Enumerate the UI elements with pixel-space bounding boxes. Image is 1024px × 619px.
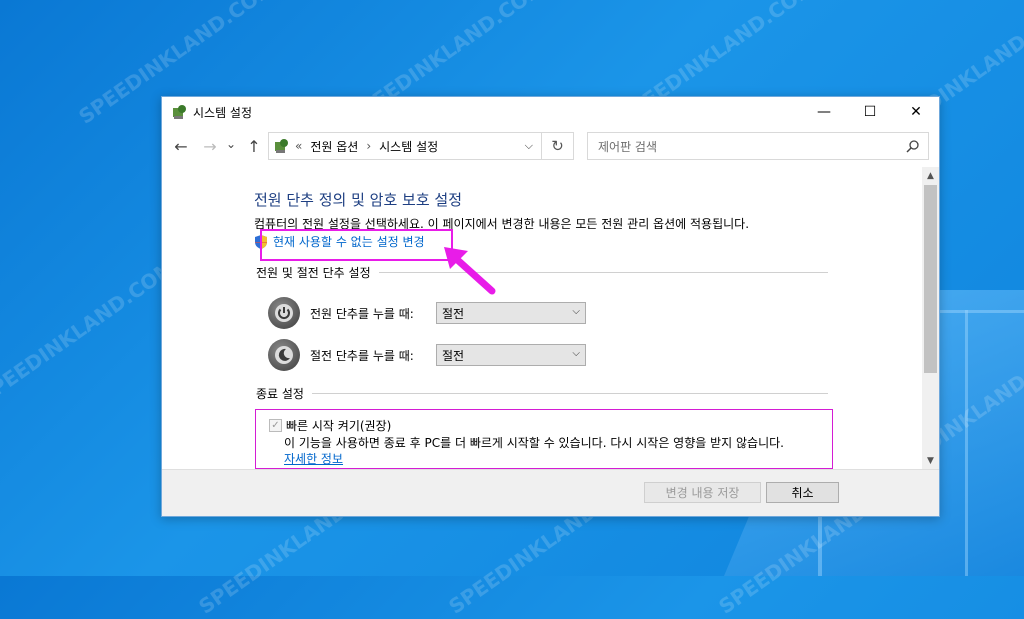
- fast-startup-checkbox[interactable]: ✓: [269, 419, 282, 432]
- section-divider: [311, 393, 828, 394]
- refresh-icon[interactable]: ↻: [542, 132, 574, 160]
- shutdown-section: 종료 설정: [256, 385, 828, 402]
- fast-startup-highlight-box: ✓ 빠른 시작 켜기(권장) 이 기능을 사용하면 종료 후 PC를 더 빠르게…: [255, 409, 833, 469]
- sleep-button-row: 절전 단추를 누를 때: 절전 ⌵: [268, 339, 586, 371]
- navigation-bar: ← → ⌄ ↑ « 전원 옵션 › 시스템 설정 ⌵ ↻ 제어판 검색: [162, 127, 939, 167]
- power-icon: [268, 297, 300, 329]
- fast-startup-label: 빠른 시작 켜기(권장): [286, 419, 392, 433]
- save-changes-button[interactable]: 변경 내용 저장: [644, 482, 761, 503]
- system-settings-window: 시스템 설정 — ☐ ✕ ← → ⌄ ↑ « 전원 옵션 › 시스템 설정 ⌵ …: [161, 96, 940, 517]
- fast-startup-description: 이 기능을 사용하면 종료 후 PC를 더 빠르게 시작할 수 있습니다. 다시…: [284, 436, 784, 450]
- footer-bar: 변경 내용 저장 취소: [162, 469, 939, 516]
- page-title: 전원 단추 정의 및 암호 보호 설정: [254, 191, 463, 209]
- title-bar[interactable]: 시스템 설정 — ☐ ✕: [162, 97, 939, 127]
- power-button-row: 전원 단추를 누를 때: 절전 ⌵: [268, 297, 586, 329]
- sleep-button-label: 절전 단추를 누를 때:: [310, 348, 414, 363]
- recent-locations-chevron-icon[interactable]: ⌄: [223, 132, 239, 156]
- breadcrumb-overflow[interactable]: «: [295, 139, 302, 153]
- scrollbar-thumb[interactable]: [924, 185, 937, 373]
- up-arrow-icon[interactable]: ↑: [242, 134, 266, 158]
- watermark: SPEEDINKLAND.COM: [0, 255, 180, 409]
- forward-arrow-icon[interactable]: →: [198, 134, 222, 158]
- address-dropdown-chevron-icon[interactable]: ⌵: [525, 139, 533, 153]
- search-placeholder: 제어판 검색: [598, 139, 658, 154]
- chevron-down-icon: ⌵: [572, 306, 580, 317]
- scroll-down-arrow-icon[interactable]: ▼: [922, 452, 939, 469]
- maximize-button[interactable]: ☐: [847, 97, 893, 127]
- sleep-button-action-dropdown[interactable]: 절전 ⌵: [436, 344, 586, 366]
- annotation-arrow-icon: [444, 247, 496, 295]
- minimize-button[interactable]: —: [801, 97, 847, 127]
- power-buttons-section-title: 전원 및 절전 단추 설정: [256, 266, 371, 280]
- shutdown-section-title: 종료 설정: [256, 387, 304, 401]
- vertical-scrollbar[interactable]: ▲ ▼: [922, 167, 939, 469]
- sleep-button-action-value: 절전: [442, 348, 465, 363]
- chevron-down-icon: ⌵: [572, 348, 580, 359]
- control-panel-icon: [275, 139, 288, 153]
- main-content: 전원 단추 정의 및 암호 보호 설정 컴퓨터의 전원 설정을 선택하세요. 이…: [162, 167, 924, 469]
- wallpaper-light-line: [940, 310, 1024, 313]
- breadcrumb-power-options[interactable]: 전원 옵션: [310, 138, 358, 155]
- power-buttons-section: 전원 및 절전 단추 설정: [256, 264, 828, 281]
- scroll-up-arrow-icon[interactable]: ▲: [922, 167, 939, 184]
- highlight-annotation-box: [260, 229, 453, 261]
- more-info-link[interactable]: 자세한 정보: [284, 450, 343, 467]
- search-icon: [906, 140, 919, 153]
- power-button-label: 전원 단추를 누를 때:: [310, 306, 414, 321]
- address-bar[interactable]: « 전원 옵션 › 시스템 설정 ⌵: [268, 132, 542, 160]
- window-title: 시스템 설정: [193, 105, 253, 120]
- sleep-icon: [268, 339, 300, 371]
- wallpaper-light-line: [965, 310, 968, 576]
- control-panel-icon: [173, 105, 186, 119]
- fast-startup-option: ✓ 빠른 시작 켜기(권장): [269, 417, 391, 434]
- cancel-button[interactable]: 취소: [766, 482, 839, 503]
- breadcrumb-separator: ›: [366, 139, 372, 153]
- search-input[interactable]: 제어판 검색: [587, 132, 929, 160]
- close-button[interactable]: ✕: [893, 97, 939, 127]
- back-arrow-icon[interactable]: ←: [169, 134, 193, 158]
- breadcrumb-system-settings[interactable]: 시스템 설정: [379, 138, 438, 155]
